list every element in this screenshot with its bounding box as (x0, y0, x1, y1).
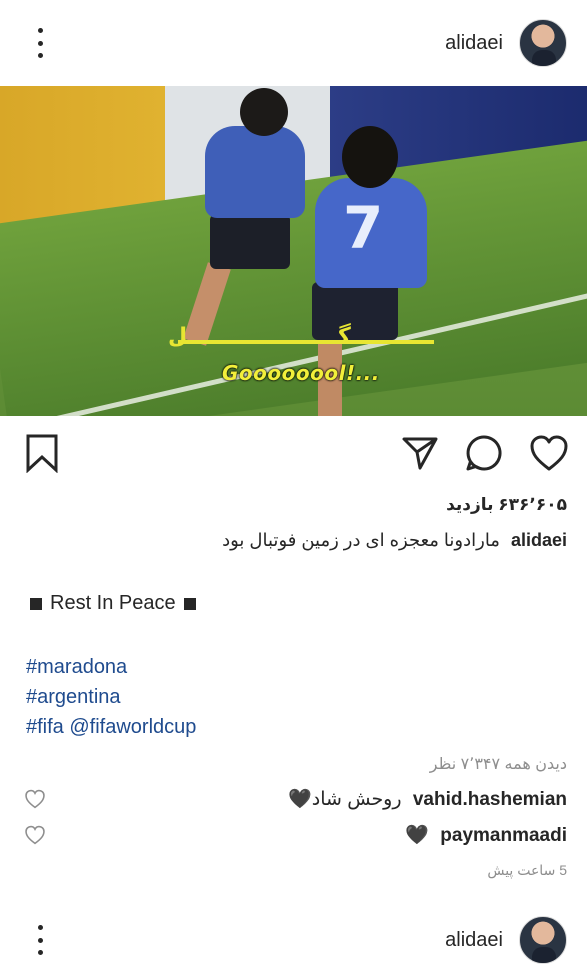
heart-icon[interactable] (529, 434, 569, 472)
dot (37, 925, 43, 930)
comment-row: vahid.hashemian روحش شاد🖤 (0, 784, 587, 814)
send-icon[interactable] (401, 434, 439, 472)
hashtag-link[interactable]: #maradona (26, 652, 196, 682)
comment-body: روحش شاد🖤 (288, 789, 402, 810)
action-bar (0, 416, 587, 490)
dot (37, 950, 43, 955)
rip-line: Rest In Peace (30, 592, 196, 615)
video-caption-fa: گــــــــــــــــــــل (168, 324, 351, 349)
avatar[interactable] (519, 19, 567, 67)
comment-text: vahid.hashemian روحش شاد🖤 (288, 787, 567, 811)
comment-row: paymanmaadi 🖤 (0, 820, 587, 850)
dot (37, 28, 43, 33)
dot (37, 937, 43, 943)
more-options-button[interactable] (30, 28, 50, 58)
hashtags: #maradona #argentina #fifa @fifaworldcup (26, 652, 196, 742)
square-bullet (183, 597, 196, 610)
post-author[interactable]: alidaei (445, 19, 567, 67)
post-header: alidaei (0, 0, 587, 86)
comment-text: paymanmaadi 🖤 (405, 823, 567, 847)
post-username[interactable]: alidaei (445, 929, 503, 952)
dot (37, 40, 43, 46)
video-caption-en: Goooooool!... (222, 361, 380, 385)
view-all-comments-link[interactable]: دیدن همه ۷٬۳۴۷ نظر (430, 754, 567, 774)
post-video[interactable]: 7 گــــــــــــــــــــل Goooooool!... (0, 86, 587, 416)
bookmark-icon[interactable] (24, 433, 60, 473)
rip-text: Rest In Peace (50, 592, 176, 614)
comment-like-icon[interactable] (24, 789, 46, 809)
comment-body: 🖤 (405, 825, 429, 846)
comment-like-icon[interactable] (24, 825, 46, 845)
post-timestamp: 5 ساعت پیش (487, 862, 567, 878)
post-username[interactable]: alidaei (445, 32, 503, 55)
avatar[interactable] (519, 916, 567, 964)
comment-username[interactable]: vahid.hashemian (413, 789, 567, 810)
more-options-button[interactable] (30, 925, 50, 955)
caption-username[interactable]: alidaei (511, 530, 567, 550)
caption: alidaei مارادونا معجزه ای در زمین فوتبال… (222, 530, 567, 551)
comment-username[interactable]: paymanmaadi (440, 825, 567, 846)
hashtag-link[interactable]: #argentina (26, 682, 196, 712)
hashtag-link[interactable]: #fifa @fifaworldcup (26, 712, 196, 742)
square-bullet (30, 597, 42, 610)
dot (37, 53, 43, 58)
post-header: alidaei (0, 902, 587, 978)
caption-text: مارادونا معجزه ای در زمین فوتبال بود (222, 530, 500, 550)
post-author[interactable]: alidaei (445, 916, 567, 964)
jersey-number: 7 (343, 194, 384, 262)
comment-icon[interactable] (465, 434, 503, 472)
view-count[interactable]: ۶۳۶٬۶۰۵ بازدید (446, 495, 567, 515)
